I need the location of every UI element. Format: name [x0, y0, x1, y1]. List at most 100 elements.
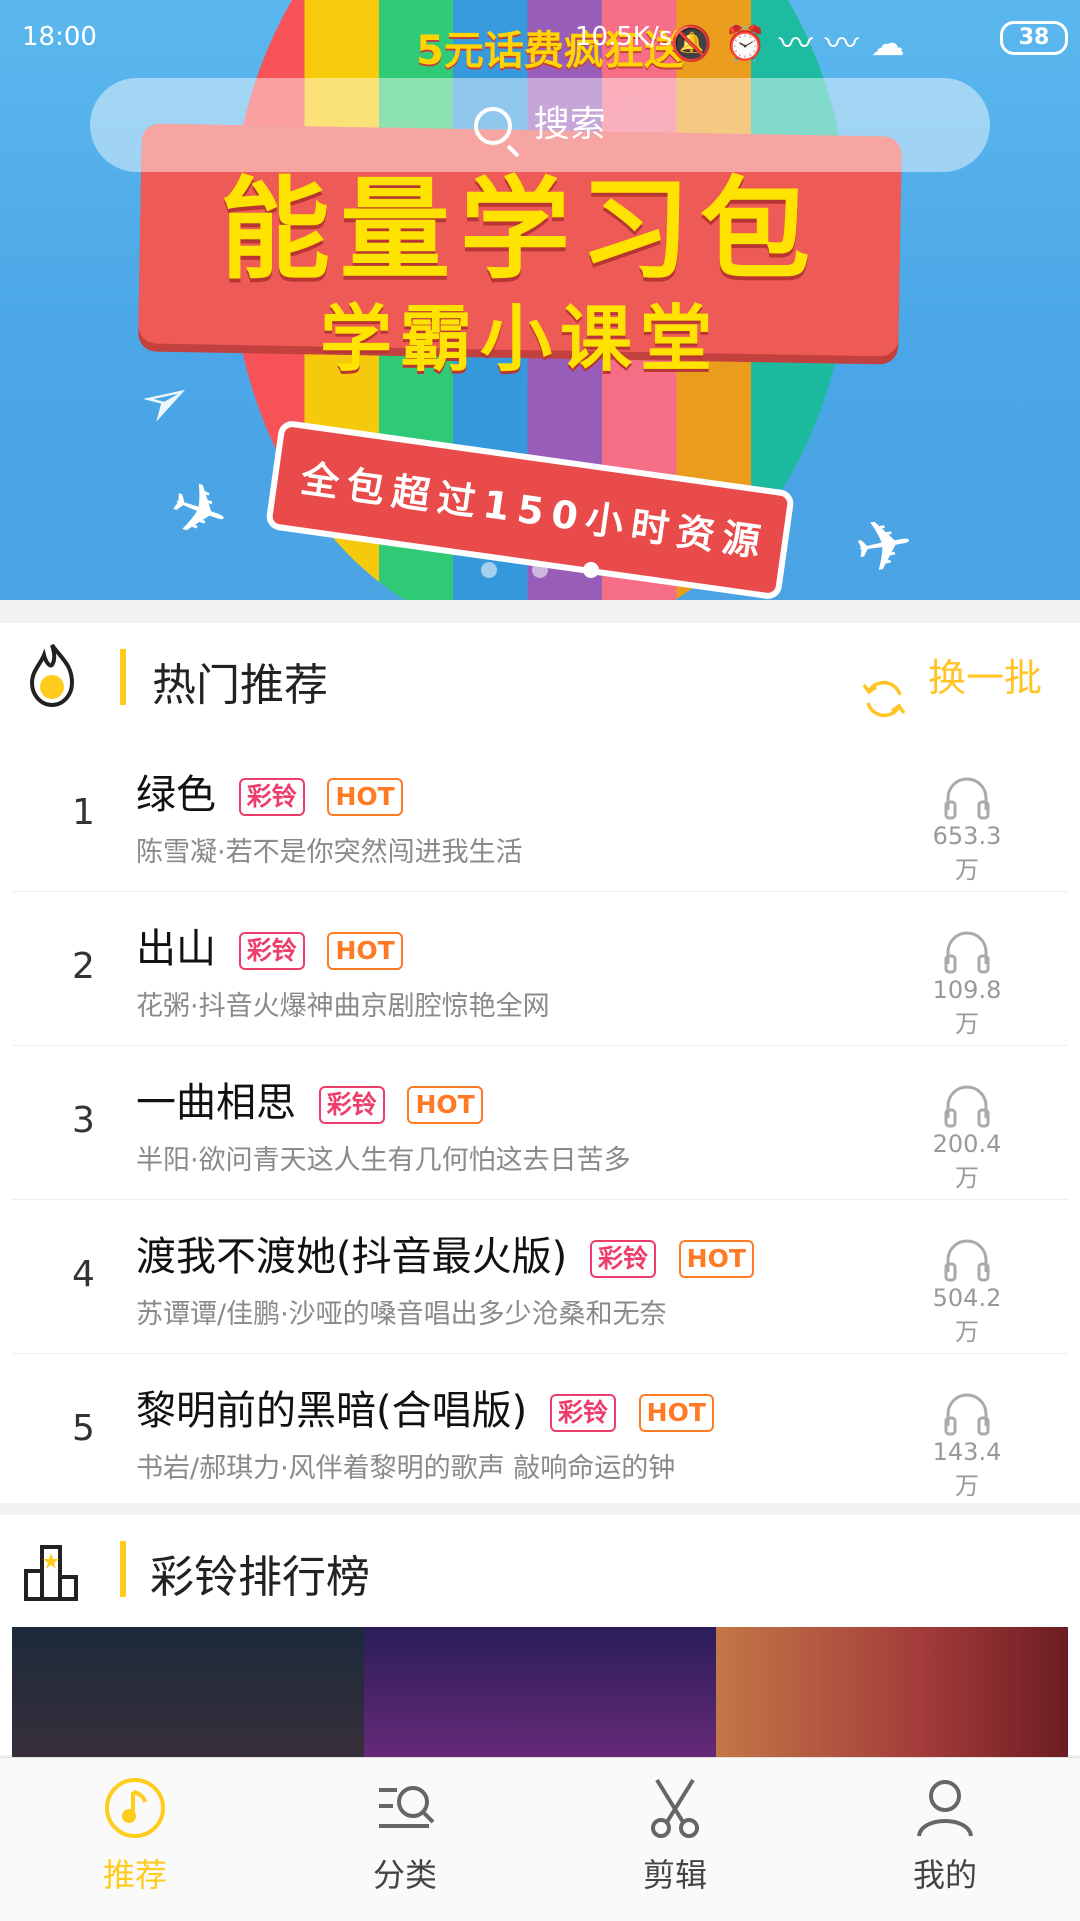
ranking-posters [12, 1627, 1068, 1767]
banner-subtitle: 学霸小课堂 [319, 297, 720, 381]
ringtone-tag: 彩铃 [318, 1086, 385, 1124]
refresh-label: 换一批 [928, 656, 1043, 700]
headphones-icon [944, 1393, 990, 1436]
ranking-card[interactable] [716, 1627, 1068, 1767]
ringtone-tag: 彩铃 [589, 1240, 656, 1278]
song-title: 绿色 [136, 772, 216, 818]
play-count: 653.3万 [922, 774, 1012, 885]
play-count-value: 143.4万 [932, 1438, 1002, 1500]
carousel-dot-active[interactable] [583, 562, 600, 578]
carousel-dot[interactable] [532, 562, 548, 578]
nav-item-edit[interactable]: 剪辑 [605, 1776, 745, 1896]
ringtone-tag: 彩铃 [238, 778, 305, 816]
headphones-icon [944, 1085, 990, 1128]
podium-icon [24, 1545, 78, 1601]
hd-signal-icon: 〰 [824, 24, 871, 64]
headphones-icon [944, 777, 990, 820]
section-header: 热门推荐 换一批 [0, 623, 1080, 733]
play-count-value: 653.3万 [932, 822, 1002, 884]
ringtone-ranking-section: 彩铃排行榜 [0, 1515, 1080, 1767]
music-disc-icon [105, 1778, 165, 1838]
song-title-line: 出山 彩铃 HOT [136, 916, 403, 974]
section-title: 热门推荐 [152, 660, 328, 711]
headphones-icon [944, 1239, 990, 1282]
section-accent-bar [120, 649, 126, 705]
carousel-indicator [0, 562, 1080, 582]
carousel-dot[interactable] [480, 562, 497, 578]
status-time: 18:00 [22, 22, 97, 52]
song-subtitle: 陈雪凝·若不是你突然闯进我生活 [136, 837, 523, 868]
nav-item-recommend[interactable]: 推荐 [65, 1776, 205, 1896]
song-row[interactable]: 3 一曲相思 彩铃 HOT 半阳·欲问青天这人生有几何怕这去日苦多 200.4万 [12, 1046, 1068, 1200]
user-icon [917, 1780, 973, 1837]
signal-icon: 〰 [778, 24, 825, 64]
refresh-button[interactable]: 换一批 [862, 647, 1043, 718]
network-speed: 10.5K/s [575, 22, 673, 52]
hot-tag: HOT [638, 1394, 714, 1432]
song-title: 出山 [136, 926, 216, 972]
song-row[interactable]: 4 渡我不渡她(抖音最火版) 彩铃 HOT 苏谭谭/佳鹏·沙哑的嗓音唱出多少沧桑… [12, 1200, 1068, 1354]
ringtone-tag: 彩铃 [549, 1394, 616, 1432]
search-icon [474, 107, 513, 145]
play-count-value: 200.4万 [932, 1130, 1002, 1192]
play-count: 109.8万 [922, 928, 1012, 1039]
hot-song-list: 1 绿色 彩铃 HOT 陈雪凝·若不是你突然闯进我生活 653.3万 2 出山 … [0, 738, 1080, 1508]
song-title-line: 黎明前的黑暗(合唱版) 彩铃 HOT [136, 1378, 714, 1436]
wifi-icon: ☁ [870, 24, 917, 64]
song-rank: 4 [72, 1254, 95, 1295]
status-icons: 🔕⏰〰〰☁ [670, 16, 917, 65]
play-count: 504.2万 [922, 1236, 1012, 1347]
play-count-value: 109.8万 [932, 976, 1002, 1038]
song-rank: 1 [72, 792, 95, 833]
nav-label: 推荐 [102, 1856, 167, 1894]
airplane-icon: ✈ [157, 462, 241, 560]
section-header: 彩铃排行榜 [0, 1515, 1080, 1625]
status-bar: 18:00 10.5K/s 🔕⏰〰〰☁ 38 [0, 0, 1080, 72]
hot-recommend-section: 热门推荐 换一批 1 绿色 彩铃 HOT 陈雪凝·若不是你突然闯进我生活 653… [0, 623, 1080, 1508]
mute-icon: 🔕 [670, 24, 725, 64]
song-row[interactable]: 5 黎明前的黑暗(合唱版) 彩铃 HOT 书岩/郝琪力·风伴着黎明的歌声 敲响命… [12, 1354, 1068, 1508]
search-bar[interactable]: 搜索 [90, 78, 990, 172]
song-title-line: 一曲相思 彩铃 HOT [136, 1070, 483, 1128]
battery-indicator: 38 [1000, 21, 1068, 55]
hot-tag: HOT [407, 1086, 483, 1124]
song-rank: 3 [72, 1100, 95, 1141]
song-subtitle: 苏谭谭/佳鹏·沙哑的嗓音唱出多少沧桑和无奈 [136, 1299, 667, 1330]
hot-tag: HOT [327, 932, 403, 970]
alarm-icon: ⏰ [724, 24, 779, 64]
song-row[interactable]: 1 绿色 彩铃 HOT 陈雪凝·若不是你突然闯进我生活 653.3万 [12, 738, 1068, 892]
song-subtitle: 半阳·欲问青天这人生有几何怕这去日苦多 [136, 1145, 631, 1176]
song-rank: 2 [72, 946, 95, 987]
song-subtitle: 花粥·抖音火爆神曲京剧腔惊艳全网 [136, 991, 550, 1022]
ranking-card[interactable] [364, 1627, 716, 1767]
headphones-icon [944, 931, 990, 974]
play-count: 200.4万 [922, 1082, 1012, 1193]
scissors-icon [651, 1778, 699, 1838]
bottom-nav: 推荐 分类 剪辑 我的 [0, 1757, 1080, 1921]
song-row[interactable]: 2 出山 彩铃 HOT 花粥·抖音火爆神曲京剧腔惊艳全网 109.8万 [12, 892, 1068, 1046]
search-placeholder: 搜索 [533, 104, 606, 145]
hot-tag: HOT [327, 778, 403, 816]
fire-icon [29, 643, 75, 707]
hot-tag: HOT [678, 1240, 754, 1278]
nav-item-category[interactable]: 分类 [335, 1776, 475, 1896]
nav-label: 剪辑 [642, 1856, 707, 1894]
nav-label: 我的 [912, 1856, 977, 1894]
song-title-line: 渡我不渡她(抖音最火版) 彩铃 HOT [136, 1224, 754, 1282]
song-title: 黎明前的黑暗(合唱版) [136, 1388, 528, 1434]
nav-item-mine[interactable]: 我的 [875, 1776, 1015, 1896]
nav-label: 分类 [372, 1856, 437, 1894]
song-title-line: 绿色 彩铃 HOT [136, 762, 403, 820]
play-count-value: 504.2万 [932, 1284, 1002, 1346]
ringtone-tag: 彩铃 [238, 932, 305, 970]
refresh-icon [862, 680, 906, 718]
song-subtitle: 书岩/郝琪力·风伴着黎明的歌声 敲响命运的钟 [136, 1453, 676, 1484]
section-title: 彩铃排行榜 [150, 1552, 370, 1603]
song-title: 渡我不渡她(抖音最火版) [136, 1234, 568, 1280]
ranking-card[interactable] [12, 1627, 364, 1767]
play-count: 143.4万 [922, 1390, 1012, 1501]
section-accent-bar [120, 1541, 126, 1597]
song-rank: 5 [72, 1408, 95, 1449]
song-title: 一曲相思 [136, 1080, 296, 1126]
category-search-icon [379, 1786, 435, 1828]
